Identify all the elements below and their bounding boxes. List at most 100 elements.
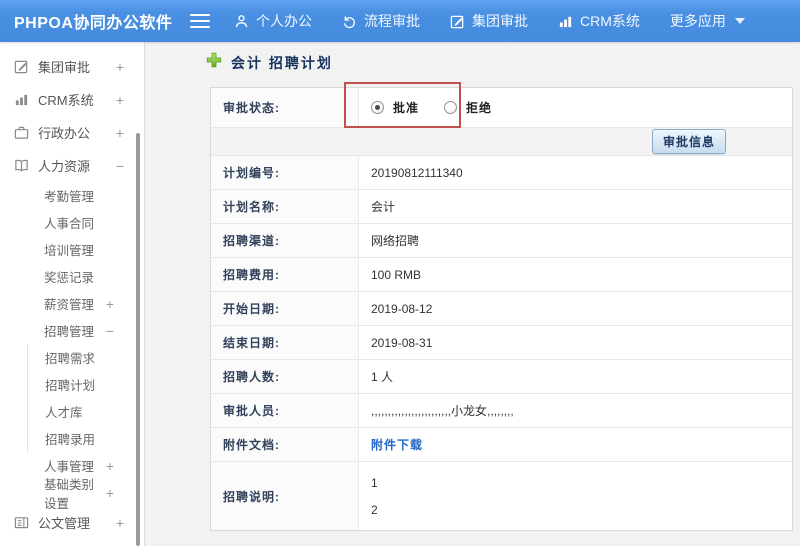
bar-chart-icon xyxy=(558,14,573,29)
hamburger-menu-icon[interactable] xyxy=(190,0,210,42)
sidebar-item-recruit-demand[interactable]: 招聘需求 xyxy=(28,344,144,371)
expand-plus-icon[interactable]: + xyxy=(106,458,114,474)
row-value: 网络招聘 xyxy=(371,234,420,248)
caret-down-icon xyxy=(734,18,745,24)
top-navigation: 个人办公 流程审批 集团审批 CRM系统 更多应用 xyxy=(234,11,745,31)
bar-chart-icon xyxy=(14,92,29,107)
table-row-approvers: 审批人员: ,,,,,,,,,,,,,,,,,,,,,,,,小龙女,,,,,,,… xyxy=(211,394,792,428)
expand-plus-icon[interactable]: + xyxy=(106,296,114,312)
sidebar-item-label: 人事管理 xyxy=(44,460,95,474)
sidebar-item-label: 集团审批 xyxy=(38,60,91,75)
table-row-approval-status: 审批状态: 批准 拒绝 xyxy=(211,88,792,128)
row-value: 2019-08-12 xyxy=(371,301,433,316)
sidebar-item-admin-office[interactable]: 行政办公 + xyxy=(0,116,144,149)
recruitment-submenu: 招聘需求 招聘计划 人才库 招聘录用 xyxy=(27,344,144,452)
row-label: 计划名称: xyxy=(211,190,359,223)
sidebar-item-attendance[interactable]: 考勤管理 xyxy=(0,182,144,209)
nav-item-group-approval[interactable]: 集团审批 xyxy=(450,11,528,31)
page-title: 会计 招聘计划 xyxy=(231,54,333,71)
sidebar-item-label: 公文管理 xyxy=(38,516,91,531)
sidebar-item-group-approval[interactable]: 集团审批 + xyxy=(0,50,144,83)
sidebar-item-label: 考勤管理 xyxy=(44,190,95,204)
collapse-minus-icon[interactable]: − xyxy=(106,323,114,339)
row-label: 开始日期: xyxy=(211,292,359,325)
expand-plus-icon[interactable]: + xyxy=(116,515,124,531)
sidebar-item-crm[interactable]: CRM系统 + xyxy=(0,83,144,116)
nav-item-more-apps[interactable]: 更多应用 xyxy=(670,11,745,31)
sidebar-item-hr[interactable]: 人力资源 − xyxy=(0,149,144,182)
collapse-minus-icon[interactable]: − xyxy=(116,158,124,174)
row-value: 20190812111340 xyxy=(371,165,463,180)
row-value: ,,,,,,,,,,,,,,,,,,,,,,,,小龙女,,,,,,,, xyxy=(371,404,514,418)
nav-item-label: CRM系统 xyxy=(580,13,640,29)
top-header: PHPOA协同办公软件 个人办公 流程审批 集团审批 CRM系统 更多应用 xyxy=(0,0,800,42)
nav-item-label: 更多应用 xyxy=(669,13,726,29)
approval-info-button[interactable]: 审批信息 xyxy=(651,129,726,154)
history-icon xyxy=(342,14,357,29)
sidebar-item-label: 人才库 xyxy=(45,406,83,420)
table-row-start-date: 开始日期: 2019-08-12 xyxy=(211,292,792,326)
sidebar-item-label: 基础类别设置 xyxy=(44,477,95,511)
sidebar-scrollbar[interactable] xyxy=(136,133,140,546)
sidebar-item-label: 人事合同 xyxy=(44,217,95,231)
sidebar-item-recruit-hire[interactable]: 招聘录用 xyxy=(28,425,144,452)
expand-plus-icon[interactable]: + xyxy=(116,92,124,108)
briefcase-icon xyxy=(14,125,29,140)
nav-item-workflow-approval[interactable]: 流程审批 xyxy=(342,11,420,31)
radio-reject[interactable] xyxy=(444,101,458,114)
sidebar-item-talent-pool[interactable]: 人才库 xyxy=(28,398,144,425)
sidebar-item-recruitment[interactable]: 招聘管理 − xyxy=(0,317,144,344)
approval-status-radio-group: 批准 拒绝 xyxy=(371,99,508,116)
sidebar-item-label: 人力资源 xyxy=(38,159,91,174)
nav-item-crm[interactable]: CRM系统 xyxy=(558,11,640,31)
row-value: 会计 xyxy=(371,200,396,214)
book-icon xyxy=(14,158,29,173)
row-label: 计划编号: xyxy=(211,156,359,189)
table-row-channel: 招聘渠道: 网络招聘 xyxy=(211,224,792,258)
attachment-download-link[interactable]: 附件下载 xyxy=(371,436,423,453)
expand-plus-icon[interactable]: + xyxy=(106,485,114,501)
sidebar-item-label: 招聘管理 xyxy=(44,325,95,339)
sidebar-item-training[interactable]: 培训管理 xyxy=(0,236,144,263)
sidebar-item-label: 薪资管理 xyxy=(44,298,95,312)
sidebar-item-label: CRM系统 xyxy=(38,93,94,108)
breadcrumb: 会计 招聘计划 xyxy=(206,52,333,73)
row-value: 2019-08-31 xyxy=(371,335,433,350)
app-logo[interactable]: PHPOA协同办公软件 xyxy=(0,9,190,33)
table-row-end-date: 结束日期: 2019-08-31 xyxy=(211,326,792,360)
sidebar-item-label: 招聘需求 xyxy=(45,352,96,366)
document-icon xyxy=(14,515,29,530)
row-label: 审批人员: xyxy=(211,394,359,427)
nav-item-label: 流程审批 xyxy=(364,13,420,29)
row-label: 招聘费用: xyxy=(211,258,359,291)
row-value: 100 RMB xyxy=(371,267,422,282)
table-row-cost: 招聘费用: 100 RMB xyxy=(211,258,792,292)
edit-square-icon xyxy=(450,14,465,29)
sidebar-item-rewards[interactable]: 奖惩记录 xyxy=(0,263,144,290)
table-row-plan-name: 计划名称: 会计 xyxy=(211,190,792,224)
radio-approve-label: 批准 xyxy=(393,101,420,115)
sidebar: 集团审批 + CRM系统 + 行政办公 + 人力资源 − 考勤管理 人事合同 培… xyxy=(0,42,145,546)
edit-square-icon xyxy=(14,59,29,74)
table-row-description: 招聘说明: 1 2 xyxy=(211,462,792,530)
expand-plus-icon[interactable]: + xyxy=(116,125,124,141)
expand-plus-icon[interactable]: + xyxy=(116,59,124,75)
sidebar-item-base-category[interactable]: 基础类别设置 + xyxy=(0,478,144,511)
sidebar-item-label: 奖惩记录 xyxy=(44,271,95,285)
sidebar-item-salary[interactable]: 薪资管理 + xyxy=(0,290,144,317)
nav-item-label: 个人办公 xyxy=(256,13,312,29)
sidebar-item-recruit-plan[interactable]: 招聘计划 xyxy=(28,371,144,398)
person-icon xyxy=(234,14,249,29)
sidebar-item-label: 培训管理 xyxy=(44,244,95,258)
sidebar-item-hr-contract[interactable]: 人事合同 xyxy=(0,209,144,236)
nav-item-personal-office[interactable]: 个人办公 xyxy=(234,11,312,31)
radio-reject-label: 拒绝 xyxy=(466,101,493,115)
sidebar-item-vehicle[interactable]: 用车管理 + xyxy=(0,539,144,546)
sidebar-item-label: 招聘计划 xyxy=(45,379,96,393)
add-plus-icon[interactable] xyxy=(206,52,222,73)
sidebar-item-label: 行政办公 xyxy=(38,126,91,141)
radio-approve[interactable] xyxy=(371,101,384,114)
row-label: 审批状态: xyxy=(211,88,359,127)
table-row-headcount: 招聘人数: 1 人 xyxy=(211,360,792,394)
row-label: 招聘人数: xyxy=(211,360,359,393)
